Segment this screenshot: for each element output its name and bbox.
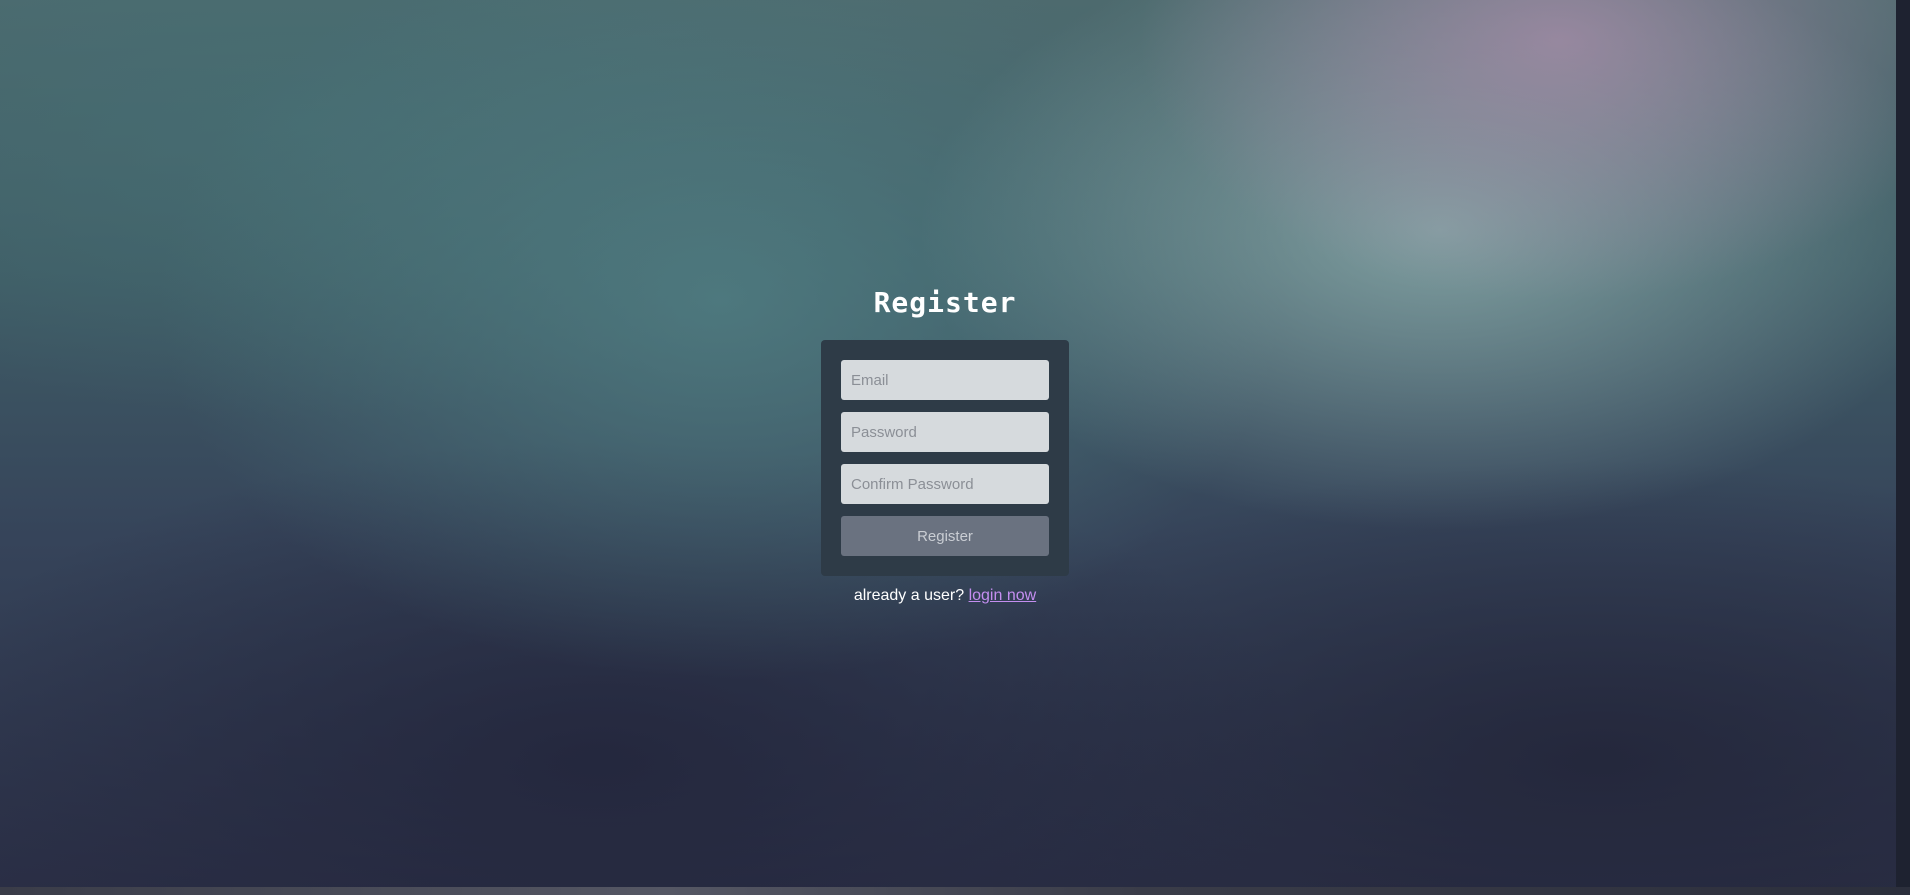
bottom-edge [0,887,1910,895]
password-field[interactable] [841,412,1049,452]
login-link[interactable]: login now [969,587,1037,604]
page-title: Register [873,286,1017,319]
email-field[interactable] [841,360,1049,400]
login-prompt-text: already a user? [853,587,965,604]
register-form: Register [821,340,1069,576]
scrollbar-track [1896,0,1910,895]
register-button[interactable]: Register [841,516,1049,556]
login-prompt: already a user? login now [0,587,1890,605]
confirm-password-field[interactable] [841,464,1049,504]
